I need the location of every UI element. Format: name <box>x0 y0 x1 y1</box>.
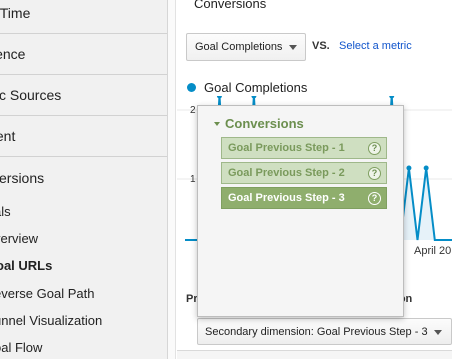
sub-item-label: unnel Visualization <box>0 313 103 328</box>
nav-item-traffic-sources[interactable]: fic Sources <box>0 75 167 116</box>
sub-item-goal-urls[interactable]: oal URLs <box>0 252 167 279</box>
metric-select[interactable]: Goal Completions <box>186 33 306 61</box>
sub-item-label: verview <box>0 231 39 246</box>
sub-item-overview[interactable]: verview <box>0 225 167 252</box>
chevron-down-icon <box>434 330 442 335</box>
help-icon[interactable]: ? <box>368 142 381 155</box>
sub-item-funnel-visualization[interactable]: unnel Visualization <box>0 307 167 334</box>
data-point[interactable] <box>251 96 257 99</box>
triangle-down-icon <box>214 121 220 126</box>
secondary-dimension-label: Secondary dimension: Goal Previous Step … <box>205 325 428 338</box>
nav-item-audience[interactable]: ience <box>0 34 167 75</box>
page-title: Conversions <box>194 0 267 11</box>
sub-item-label: oal Flow <box>0 340 43 355</box>
legend-dot-icon <box>187 83 196 92</box>
select-metric-link[interactable]: Select a metric <box>339 40 412 52</box>
nav-item-label: ience <box>0 46 26 62</box>
y-tick-label-2: 2 <box>190 105 196 116</box>
help-icon[interactable]: ? <box>368 192 381 205</box>
popup-item-label: Goal Previous Step - 3 <box>228 192 345 204</box>
data-point[interactable] <box>406 165 412 171</box>
panel-divider <box>168 0 176 359</box>
metric-select-value: Goal Completions <box>195 41 283 53</box>
table-top-border <box>177 350 452 359</box>
sub-item-goal-flow[interactable]: oal Flow <box>0 334 167 359</box>
popup-group-conversions[interactable]: Conversions <box>214 116 304 131</box>
nav-item-label: versions <box>0 169 45 186</box>
legend-label: Goal Completions <box>204 80 308 95</box>
sub-item-goals[interactable]: als <box>0 198 167 225</box>
nav-item-conversions[interactable]: versions <box>0 157 167 198</box>
nav-item-label: l-Time <box>0 5 31 21</box>
popup-item-label: Goal Previous Step - 2 <box>228 167 345 179</box>
sub-item-label: everse Goal Path <box>0 286 95 301</box>
sidebar: l-Time ience fic Sources tent versions a… <box>0 0 168 359</box>
nav-item-real-time[interactable]: l-Time <box>0 0 167 34</box>
sub-item-reverse-goal-path[interactable]: everse Goal Path <box>0 280 167 307</box>
y-tick-label-1: 1 <box>190 174 196 185</box>
data-point[interactable] <box>216 96 222 99</box>
popup-item-goal-previous-step-3[interactable]: Goal Previous Step - 3 ? <box>221 187 387 209</box>
nav-item-content[interactable]: tent <box>0 116 167 157</box>
sub-item-label: als <box>0 204 11 219</box>
dimension-picker-popup: Conversions Goal Previous Step - 1 ? Goa… <box>197 105 404 317</box>
table-header-primary[interactable]: Pr <box>186 293 198 305</box>
popup-item-label: Goal Previous Step - 1 <box>228 142 345 154</box>
help-icon[interactable]: ? <box>368 167 381 180</box>
popup-item-goal-previous-step-1[interactable]: Goal Previous Step - 1 ? <box>221 137 387 159</box>
popup-group-label: Conversions <box>225 116 304 131</box>
x-tick-label: April 20 <box>414 245 452 257</box>
nav-item-label: fic Sources <box>0 87 62 103</box>
secondary-dimension-select[interactable]: Secondary dimension: Goal Previous Step … <box>197 318 452 345</box>
chevron-down-icon <box>289 45 297 50</box>
nav-item-label: tent <box>0 128 16 144</box>
data-point[interactable] <box>389 96 395 99</box>
vs-label: VS. <box>312 40 330 52</box>
sub-item-label: oal URLs <box>0 258 53 273</box>
popup-item-goal-previous-step-2[interactable]: Goal Previous Step - 2 ? <box>221 162 387 184</box>
data-point[interactable] <box>423 165 429 171</box>
